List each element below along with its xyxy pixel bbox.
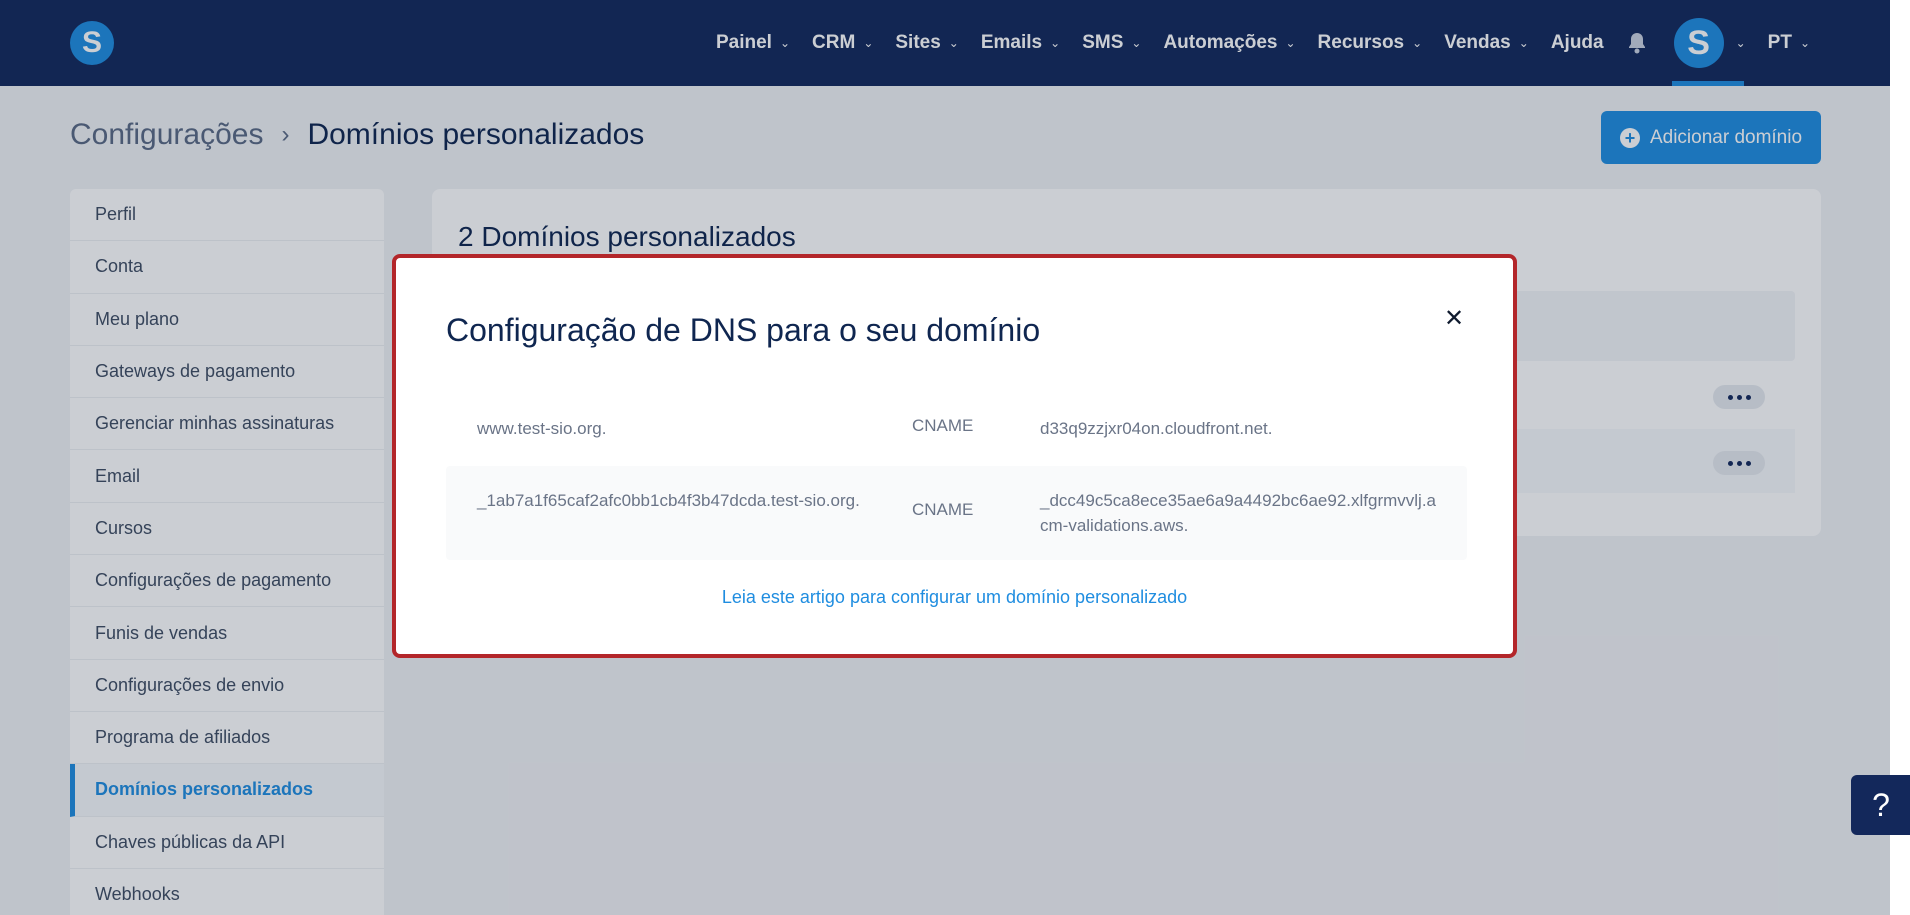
dns-type: CNAME — [912, 500, 974, 519]
dns-record-row: www.test-sio.org. CNAME d33q9zzjxr04on.c… — [446, 408, 1467, 452]
help-button[interactable]: ? — [1851, 775, 1910, 835]
dns-host: www.test-sio.org. — [477, 419, 607, 438]
dns-value: d33q9zzjxr04on.cloudfront.net. — [1040, 419, 1273, 438]
dns-value: _dcc49c5ca8ece35ae6a9a4492bc6ae92.xlfgrm… — [1040, 491, 1437, 535]
dns-host: _1ab7a1f65caf2afc0bb1cb4f3b47dcda.test-s… — [477, 491, 860, 510]
dns-record-row: _1ab7a1f65caf2afc0bb1cb4f3b47dcda.test-s… — [446, 466, 1467, 560]
help-article-link[interactable]: Leia este artigo para configurar um domí… — [396, 587, 1513, 608]
modal-title: Configuração de DNS para o seu domínio — [446, 312, 1041, 348]
dns-type: CNAME — [912, 416, 974, 435]
dns-config-modal: Configuração de DNS para o seu domínio ✕… — [392, 254, 1517, 658]
close-icon[interactable]: ✕ — [1443, 307, 1465, 331]
